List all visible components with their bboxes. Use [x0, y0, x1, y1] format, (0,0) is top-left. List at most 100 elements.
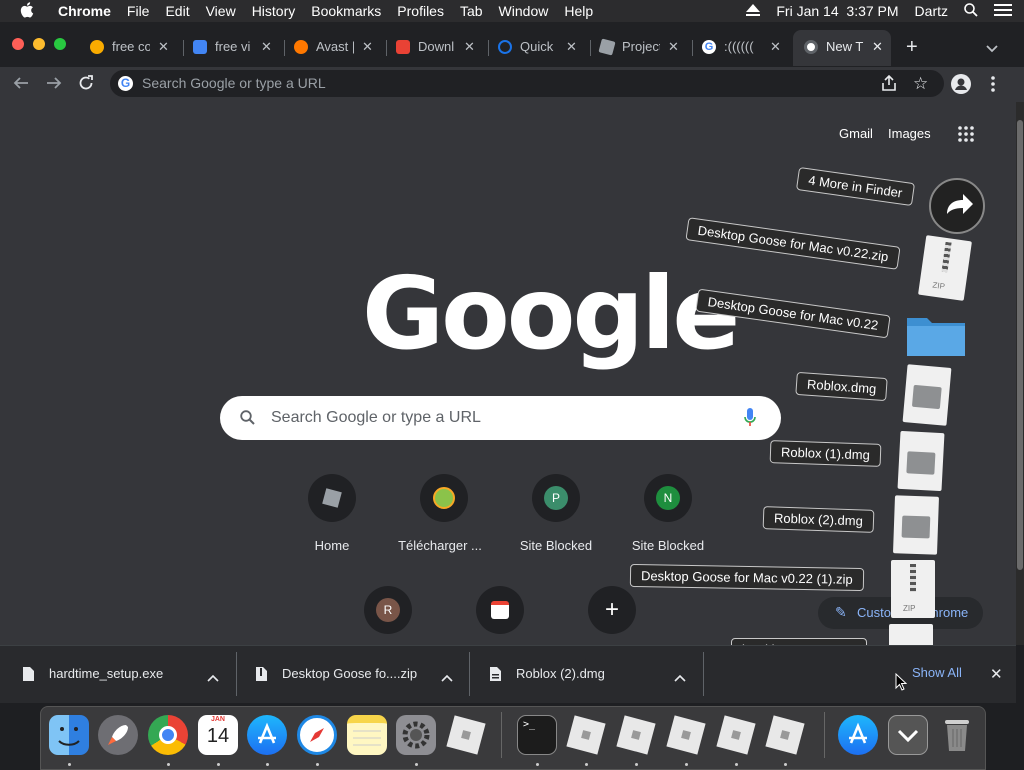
chevron-up-icon[interactable]: [441, 669, 453, 687]
images-link[interactable]: Images: [888, 126, 931, 141]
new-tab-plus-icon[interactable]: +: [906, 36, 918, 59]
roblox-dock-icon[interactable]: [446, 715, 486, 755]
user-name[interactable]: Dartz: [907, 3, 956, 19]
close-download-shelf-icon[interactable]: ✕: [990, 665, 1003, 683]
download-item-name[interactable]: Desktop Goose fo....zip: [282, 666, 417, 681]
shortcut-site-blocked-p[interactable]: P: [532, 474, 580, 522]
tab-close-icon[interactable]: ✕: [261, 39, 272, 55]
menu-edit[interactable]: Edit: [157, 3, 197, 19]
shortcut-image-site[interactable]: [476, 586, 524, 634]
tab-4[interactable]: Downl ✕: [396, 30, 475, 63]
shortcut-site-blocked-n[interactable]: N: [644, 474, 692, 522]
dmg-file-icon[interactable]: [893, 495, 939, 555]
roblox-dock-icon[interactable]: [666, 715, 706, 755]
stack-item-label[interactable]: Roblox (2).dmg: [762, 506, 875, 533]
tab-1[interactable]: free co ✕: [90, 30, 169, 63]
spotlight-search-icon[interactable]: [956, 2, 986, 20]
terminal-icon[interactable]: >_: [517, 715, 557, 755]
tab-7[interactable]: G :(((((( ✕: [702, 30, 781, 63]
downloads-stack-icon[interactable]: [888, 715, 928, 755]
roblox-dock-icon[interactable]: [716, 715, 756, 755]
zip-file-icon[interactable]: ZIP: [918, 235, 972, 301]
menu-window[interactable]: Window: [491, 3, 557, 19]
control-center-icon[interactable]: [986, 3, 1024, 20]
applications-folder-icon[interactable]: [838, 715, 878, 755]
close-window-button[interactable]: [12, 38, 24, 50]
minimize-window-button[interactable]: [33, 38, 45, 50]
tab-search-chevron-icon[interactable]: [986, 40, 998, 58]
menu-help[interactable]: Help: [556, 3, 601, 19]
menu-history[interactable]: History: [244, 3, 304, 19]
running-indicator: [415, 763, 418, 766]
chevron-up-icon[interactable]: [674, 669, 686, 687]
launchpad-rocket-icon[interactable]: [98, 715, 138, 755]
finder-icon[interactable]: [49, 715, 89, 755]
apple-menu-icon[interactable]: [0, 1, 42, 21]
shortcut-label[interactable]: Télécharger ...: [385, 538, 495, 553]
safari-compass-icon[interactable]: [297, 715, 337, 755]
forward-arrow-icon[interactable]: [46, 75, 62, 96]
stack-item-label[interactable]: Roblox (1).dmg: [769, 440, 882, 467]
clock[interactable]: Fri Jan 14 3:37 PM: [768, 3, 906, 19]
menu-chrome[interactable]: Chrome: [42, 3, 119, 19]
tab-close-icon[interactable]: ✕: [872, 39, 883, 55]
download-item-name[interactable]: hardtime_setup.exe: [49, 666, 163, 681]
chrome-menu-kebab-icon[interactable]: [991, 76, 995, 97]
tab-3[interactable]: Avast | ✕: [294, 30, 373, 63]
scrollbar-thumb[interactable]: [1017, 120, 1023, 570]
tab-2[interactable]: free vi ✕: [193, 30, 272, 63]
trash-icon[interactable]: [937, 715, 977, 755]
system-preferences-gear-icon[interactable]: [396, 715, 436, 755]
calendar-icon[interactable]: JAN 14: [198, 715, 238, 755]
reload-icon[interactable]: [78, 75, 94, 96]
tab-close-icon[interactable]: ✕: [770, 39, 781, 55]
tab-close-icon[interactable]: ✕: [158, 39, 169, 55]
tab-close-icon[interactable]: ✕: [362, 39, 373, 55]
ntp-search-box[interactable]: Search Google or type a URL: [220, 396, 781, 440]
chevron-up-icon[interactable]: [207, 669, 219, 687]
roblox-dock-icon[interactable]: [616, 715, 656, 755]
download-item-name[interactable]: Roblox (2).dmg: [516, 666, 605, 681]
stack-open-arrow-icon[interactable]: [929, 178, 985, 234]
app-store-icon[interactable]: [247, 715, 287, 755]
dmg-file-icon[interactable]: [897, 430, 945, 492]
menu-bookmarks[interactable]: Bookmarks: [303, 3, 389, 19]
microphone-icon[interactable]: [744, 408, 756, 433]
running-indicator: [68, 763, 71, 766]
omnibox[interactable]: G Search Google or type a URL: [110, 70, 944, 97]
tab-close-icon[interactable]: ✕: [566, 39, 577, 55]
maximize-window-button[interactable]: [54, 38, 66, 50]
menu-tab[interactable]: Tab: [452, 3, 491, 19]
tab-5[interactable]: Quick ✕: [498, 30, 577, 63]
roblox-dock-icon[interactable]: [566, 715, 606, 755]
add-shortcut-button[interactable]: +: [588, 586, 636, 634]
tab-close-icon[interactable]: ✕: [668, 39, 679, 55]
folder-icon[interactable]: [905, 310, 967, 358]
menu-profiles[interactable]: Profiles: [389, 3, 452, 19]
shortcut-label[interactable]: Home: [277, 538, 387, 553]
roblox-dock-icon[interactable]: [765, 715, 805, 755]
tab-6[interactable]: Project ✕: [598, 30, 679, 63]
shortcut-label[interactable]: Site Blocked: [501, 538, 611, 553]
zip-file-icon[interactable]: ZIP: [891, 560, 935, 618]
eject-icon[interactable]: [738, 3, 768, 19]
notes-icon[interactable]: [347, 715, 387, 755]
tab-close-icon[interactable]: ✕: [464, 39, 475, 55]
chrome-dock-icon[interactable]: [148, 715, 188, 755]
google-apps-grid-icon[interactable]: [958, 126, 974, 147]
gmail-link[interactable]: Gmail: [839, 126, 873, 141]
shortcut-home[interactable]: [308, 474, 356, 522]
menu-file[interactable]: File: [119, 3, 158, 19]
back-arrow-icon[interactable]: [13, 75, 29, 96]
tab-new-tab-active[interactable]: New T ✕: [804, 30, 883, 63]
menu-view[interactable]: View: [198, 3, 244, 19]
show-all-downloads-link[interactable]: Show All: [912, 665, 962, 680]
bookmark-star-icon[interactable]: ☆: [913, 74, 928, 94]
dmg-file-icon[interactable]: [902, 364, 952, 426]
profile-avatar-icon[interactable]: [951, 74, 971, 94]
shortcut-telecharger[interactable]: [420, 474, 468, 522]
stack-item-label[interactable]: Desktop Goose for Mac v0.22 (1).zip: [629, 563, 864, 592]
share-icon[interactable]: [882, 74, 896, 96]
shortcut-r[interactable]: R: [364, 586, 412, 634]
shortcut-label[interactable]: Site Blocked: [613, 538, 723, 553]
